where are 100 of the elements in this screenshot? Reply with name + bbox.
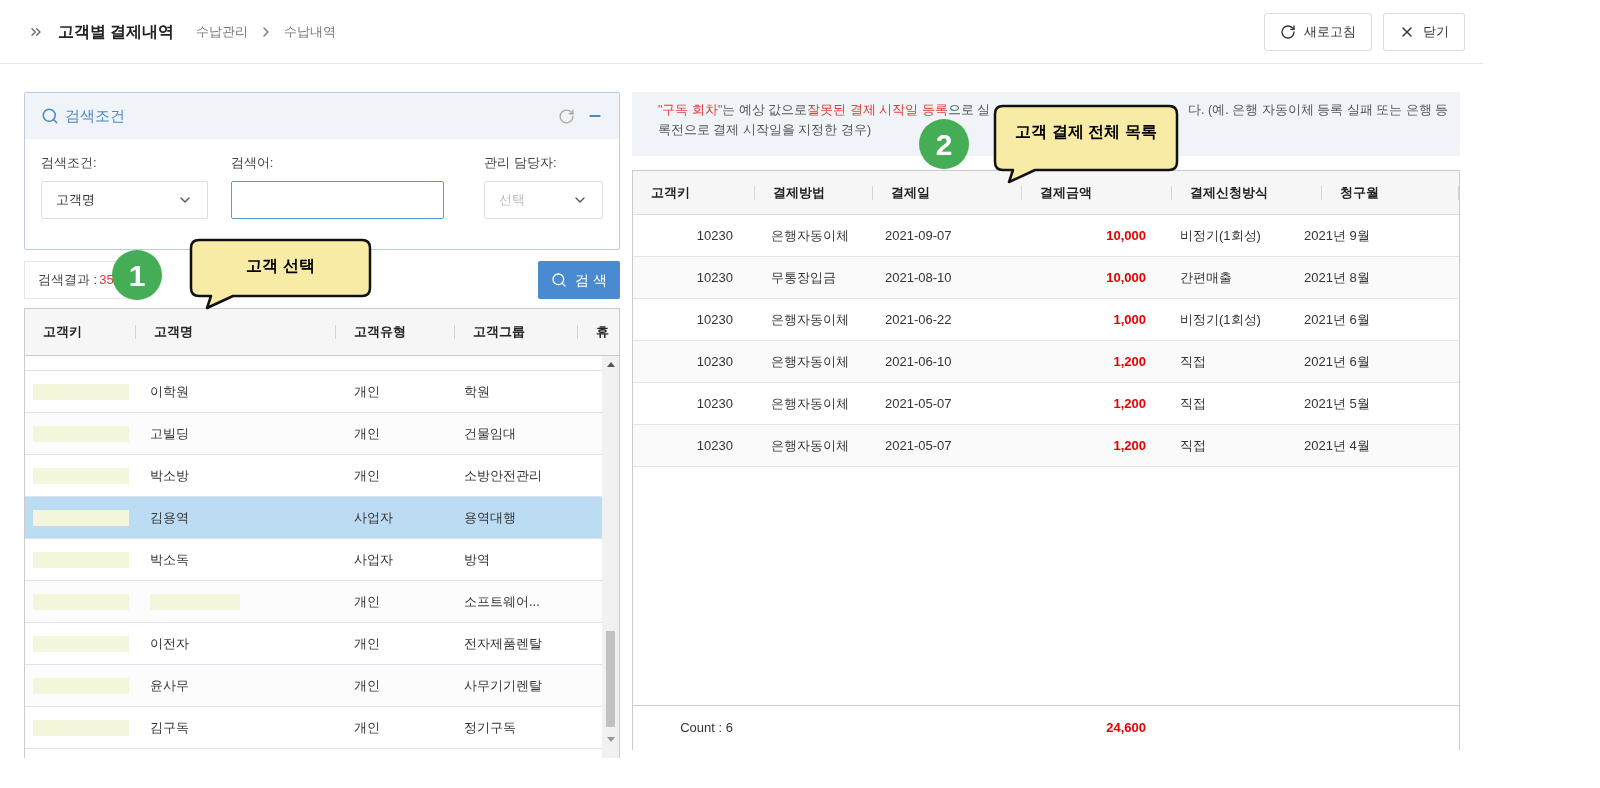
table-cell: 2021년 6월 (1304, 353, 1370, 369)
breadcrumb-item[interactable]: 수납관리 (196, 21, 249, 42)
table-cell: 2021년 9월 (1304, 227, 1370, 243)
notice-text: 잘못된 결제 시작일 등록 (807, 102, 948, 119)
total-amount: 24,600 (1106, 720, 1146, 736)
panel-title: 검색조건 (65, 105, 125, 126)
table-cell: 개인 (354, 719, 380, 735)
table-cell: 은행자동이체 (771, 437, 849, 453)
callout: 고객 결제 전체 목록 (993, 104, 1179, 184)
notice-text: "구독 회차" (658, 102, 723, 119)
table-cell: 소방안전관리 (464, 467, 542, 483)
column-header[interactable]: 결제일 (891, 182, 930, 203)
select-field[interactable]: 고객명 (41, 180, 208, 219)
table-cell: 10230 (696, 227, 733, 243)
refresh-button[interactable]: 새로고침 (1264, 12, 1372, 51)
table-cell: 1,000 (1113, 311, 1146, 327)
table-cell: 10230 (696, 311, 733, 327)
notice-text: 으로 실 (947, 102, 991, 119)
table-cell: 10,000 (1106, 269, 1146, 285)
column-header[interactable]: 결제방법 (773, 182, 825, 203)
table-cell: 이학원 (150, 383, 189, 399)
table-cell: 은행자동이체 (771, 227, 849, 243)
table-cell: 용역대행 (464, 509, 516, 525)
table-cell: 2021년 5월 (1304, 395, 1370, 411)
table-cell: 2021년 4월 (1304, 437, 1370, 453)
column-header[interactable]: 결제신청방식 (1190, 182, 1268, 203)
table-cell: 2021-05-07 (885, 437, 952, 453)
callout: 고객 선택 (189, 238, 372, 310)
table-cell: 2021-06-22 (885, 311, 952, 327)
search-icon (41, 107, 59, 125)
table-cell: 10,000 (1106, 227, 1146, 243)
table-cell: 은행자동이체 (771, 353, 849, 369)
search-input[interactable] (230, 180, 445, 219)
table-cell: 전자제품렌탈 (464, 635, 542, 651)
column-header[interactable]: 청구월 (1340, 182, 1379, 203)
table-cell: 2021년 6월 (1304, 311, 1370, 327)
table-cell: 개인 (354, 593, 380, 609)
table-cell: 개인 (354, 635, 380, 651)
table-cell: 비정기(1회성) (1180, 227, 1261, 243)
field-label: 관리 담당자: (484, 154, 558, 172)
notice-text: 는 예상 값으로 (722, 102, 808, 119)
table-cell: 직접 (1180, 437, 1206, 453)
scrollbar[interactable] (602, 356, 619, 758)
table-cell: 1,200 (1113, 437, 1146, 453)
column-header[interactable]: 고객유형 (354, 322, 406, 342)
table-cell: 10230 (696, 269, 733, 285)
table-cell: 1,200 (1113, 395, 1146, 411)
table-cell: 직접 (1180, 395, 1206, 411)
table-cell: 고빌딩 (150, 425, 189, 441)
table-cell: 무통장입금 (771, 269, 836, 285)
count-label: Count : 6 (680, 720, 733, 736)
notice-text: 록전으로 결제 시작일을 지정한 경우) (658, 122, 872, 139)
table-row[interactable]: 김용역 사업자 용역대행 (25, 497, 602, 539)
table-cell: 2021-05-07 (885, 395, 952, 411)
table-cell: 개인 (354, 467, 380, 483)
table-cell: 방역 (464, 551, 490, 567)
page-title: 고객별 결제내역 (58, 21, 175, 42)
table-cell: 은행자동이체 (771, 395, 849, 411)
table-cell: 2021년 8월 (1304, 269, 1370, 285)
breadcrumb-item[interactable]: 수납내역 (284, 21, 337, 42)
field-label: 검색조건: (41, 154, 98, 172)
column-header[interactable]: 휴 (596, 322, 609, 342)
column-header[interactable]: 고객그룹 (473, 322, 525, 342)
table-cell: 김구독 (150, 719, 189, 735)
table-cell: 박소독 (150, 551, 189, 567)
table-cell: 10230 (696, 353, 733, 369)
table-cell: 1,200 (1113, 353, 1146, 369)
column-header[interactable]: 결제금액 (1040, 182, 1092, 203)
table-cell: 10230 (696, 395, 733, 411)
table-cell: 사무기기렌탈 (464, 677, 542, 693)
table-cell: 사업자 (354, 509, 393, 525)
table-cell: 소프트웨어... (464, 593, 540, 609)
table-cell: 사업자 (354, 551, 393, 567)
column-header[interactable]: 고객키 (651, 182, 690, 203)
table-cell: 이전자 (150, 635, 189, 651)
table-cell: 학원 (464, 383, 490, 399)
column-header[interactable]: 고객명 (154, 322, 193, 342)
table-cell: 개인 (354, 425, 380, 441)
field-label: 검색어: (230, 154, 275, 172)
refresh-icon (1280, 23, 1296, 40)
search-icon (551, 272, 568, 288)
step-badge: 1 (112, 250, 162, 300)
table-cell: 개인 (354, 383, 380, 399)
reset-icon[interactable] (558, 107, 575, 125)
close-button[interactable]: 닫기 (1383, 12, 1465, 51)
table-cell: 정기구독 (464, 719, 516, 735)
table-cell: 2021-09-07 (885, 227, 952, 243)
table-cell: 직접 (1180, 353, 1206, 369)
table-cell: 비정기(1회성) (1180, 311, 1261, 327)
table-cell: 간편매출 (1180, 269, 1232, 285)
table-cell: 10230 (696, 437, 733, 453)
table-cell: 김용역 (150, 509, 189, 525)
column-header[interactable]: 고객키 (43, 322, 82, 342)
table-cell: 박소방 (150, 467, 189, 483)
notice-text: 다. (예. 은행 자동이체 등록 실패 또는 은행 등 (1188, 102, 1448, 119)
search-button[interactable]: 검 색 (538, 261, 620, 299)
table-cell: 2021-08-10 (885, 269, 952, 285)
table-cell: 윤사무 (150, 677, 189, 693)
table-cell: 개인 (354, 677, 380, 693)
table-cell: 건물임대 (464, 425, 516, 441)
